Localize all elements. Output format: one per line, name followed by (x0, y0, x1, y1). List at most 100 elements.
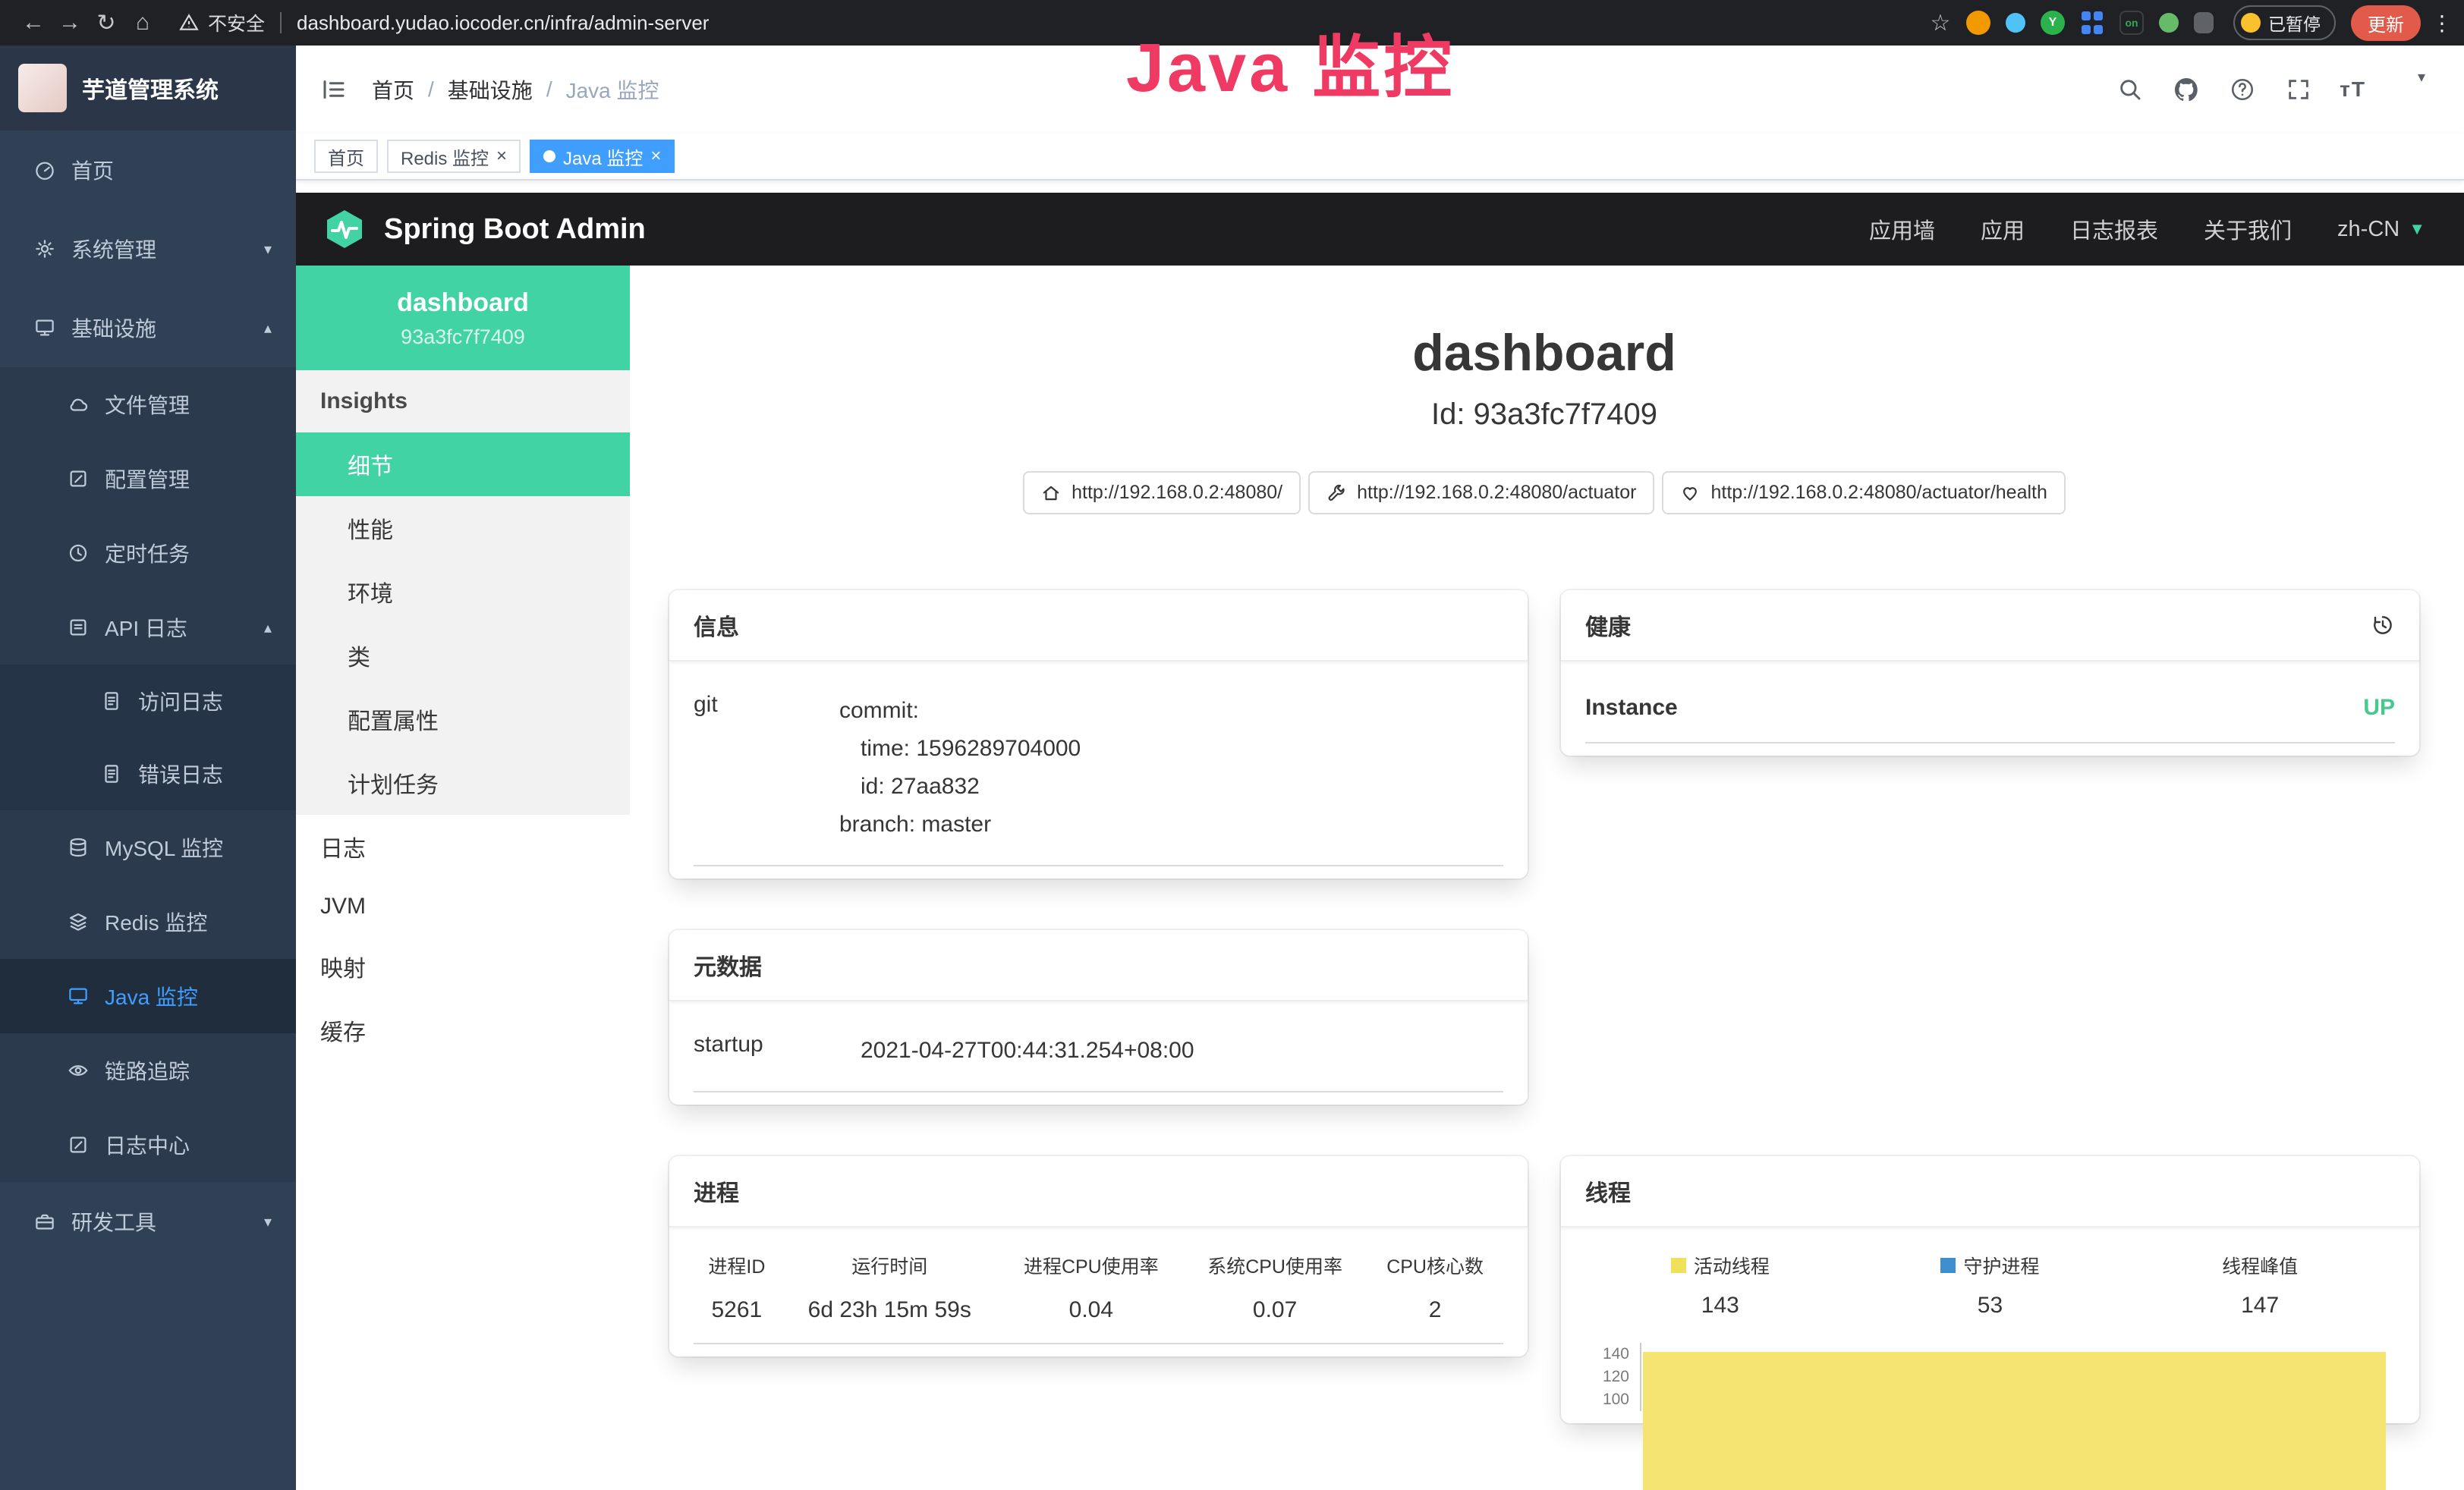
sidebar-item-trace[interactable]: 链路追踪 (0, 1033, 296, 1108)
sba-menu-config-props[interactable]: 配置属性 (296, 687, 630, 751)
chevron-down-icon: ▼ (2409, 219, 2425, 239)
browser-menu-kebab-icon[interactable]: ⋮ (2431, 11, 2450, 36)
browser-home-icon[interactable]: ⌂ (124, 10, 161, 36)
process-table: 进程ID 运行时间 进程CPU使用率 系统CPU使用率 CPU核心数 5261 (694, 1246, 1503, 1344)
sba-header: Spring Boot Admin 应用墙 应用 日志报表 关于我们 zh-CN… (296, 193, 2464, 266)
sidebar-item-mysql-monitor[interactable]: MySQL 监控 (0, 810, 296, 885)
sidebar-item-api-logs[interactable]: API 日志 ▴ (0, 590, 296, 665)
peak-threads-value: 147 (2125, 1293, 2395, 1319)
sba-menu-caches[interactable]: 缓存 (296, 998, 630, 1062)
security-label: 不安全 (208, 9, 265, 36)
history-icon[interactable] (2371, 613, 2395, 637)
sba-menu-classes[interactable]: 类 (296, 624, 630, 687)
sba-content: dashboard Id: 93a3fc7f7409 http://192.16… (630, 266, 2464, 1490)
breadcrumb-home[interactable]: 首页 (372, 74, 414, 105)
sba-instance-block[interactable]: dashboard 93a3fc7f7409 (296, 266, 630, 370)
instance-name: dashboard (311, 288, 615, 318)
health-url-button[interactable]: http://192.168.0.2:48080/actuator/health (1662, 471, 2065, 514)
help-icon[interactable] (2227, 74, 2258, 105)
document-icon (100, 762, 123, 785)
health-instance-row: Instance UP (1585, 680, 2395, 743)
sba-locale-select[interactable]: zh-CN ▼ (2337, 217, 2425, 242)
wrench-icon (1326, 483, 1346, 503)
sba-menu-insights[interactable]: Insights (296, 370, 630, 432)
tab-close-icon[interactable]: × (650, 147, 661, 165)
cloud-icon (67, 393, 90, 416)
health-card-title: 健康 (1585, 608, 1631, 642)
divider (280, 12, 282, 33)
paused-badge[interactable]: 已暂停 (2233, 5, 2336, 40)
heart-icon (1680, 483, 1700, 503)
sidebar-item-dev-tools[interactable]: 研发工具 ▾ (0, 1182, 296, 1261)
app-title: 芋道管理系统 (82, 71, 219, 105)
fullscreen-icon[interactable] (2283, 74, 2314, 105)
sba-menu-performance[interactable]: 性能 (296, 496, 630, 560)
extension-icon-5[interactable]: on (2119, 11, 2144, 35)
extension-icon-7[interactable] (2194, 12, 2214, 33)
sidebar-item-home[interactable]: 首页 (0, 130, 296, 209)
bookmark-star-icon[interactable]: ☆ (1922, 10, 1959, 36)
chart-y-axis: 140 120 100 (1585, 1343, 1640, 1411)
extension-icon-3[interactable]: Y (2041, 11, 2065, 35)
update-button[interactable]: 更新 (2351, 5, 2421, 41)
sidebar-item-infrastructure[interactable]: 基础设施 ▴ (0, 288, 296, 367)
sba-nav-about[interactable]: 关于我们 (2204, 213, 2292, 245)
search-icon[interactable] (2115, 74, 2145, 105)
font-size-icon[interactable]: тT (2340, 77, 2366, 102)
sidebar-item-java-monitor[interactable]: Java 监控 (0, 959, 296, 1033)
extension-icon-2[interactable] (2006, 13, 2025, 33)
extension-icon-1[interactable] (1966, 11, 1990, 35)
tab-home[interactable]: 首页 (314, 140, 378, 173)
app-logo-row[interactable]: 芋道管理系统 (0, 46, 296, 130)
document-icon (100, 690, 123, 712)
sba-menu-details[interactable]: 细节 (296, 432, 630, 496)
sba-nav-applications[interactable]: 应用 (1981, 213, 2025, 245)
sidebar-item-system-management[interactable]: 系统管理 ▾ (0, 209, 296, 288)
extension-icon-4[interactable] (2080, 11, 2104, 35)
back-icon[interactable]: ← (15, 10, 52, 36)
breadcrumb: 首页 / 基础设施 / Java 监控 (372, 74, 659, 105)
status-badge: UP (2363, 695, 2395, 721)
sidebar-item-error-logs[interactable]: 错误日志 (0, 737, 296, 810)
eye-icon (67, 1059, 90, 1082)
sba-menu-scheduled[interactable]: 计划任务 (296, 751, 630, 815)
sidebar-item-redis-monitor[interactable]: Redis 监控 (0, 885, 296, 959)
sba-menu-logs[interactable]: 日志 (296, 815, 630, 879)
sidebar-item-log-center[interactable]: 日志中心 (0, 1108, 296, 1182)
warning-icon (179, 13, 199, 33)
extension-icon-6[interactable] (2159, 13, 2179, 33)
sba-brand[interactable]: Spring Boot Admin (323, 208, 646, 250)
startup-key: startup (694, 1032, 861, 1070)
sba-menu-mappings[interactable]: 映射 (296, 935, 630, 998)
legend-daemon-swatch (1940, 1258, 1956, 1273)
breadcrumb-current: Java 监控 (566, 74, 659, 105)
startup-row: startup 2021-04-27T00:44:31.254+08:00 (694, 1020, 1503, 1092)
actuator-url-button[interactable]: http://192.168.0.2:48080/actuator (1308, 471, 1654, 514)
sidebar-fold-icon[interactable] (296, 76, 372, 103)
forward-icon[interactable]: → (52, 10, 88, 36)
sba-menu-environment[interactable]: 环境 (296, 560, 630, 624)
tab-java-monitor[interactable]: Java 监控 × (530, 140, 675, 173)
address-bar[interactable]: dashboard.yudao.iocoder.cn/infra/admin-s… (297, 11, 709, 35)
sba-nav-wallboard[interactable]: 应用墙 (1869, 213, 1935, 245)
sidebar-item-file-management[interactable]: 文件管理 (0, 367, 296, 442)
github-icon[interactable] (2171, 74, 2201, 105)
sidebar-item-scheduled-tasks[interactable]: 定时任务 (0, 516, 296, 590)
sba-menu-jvm[interactable]: JVM (296, 879, 630, 935)
tab-redis-monitor[interactable]: Redis 监控 × (387, 140, 521, 173)
reload-icon[interactable]: ↻ (88, 10, 124, 36)
clock-icon (67, 542, 90, 564)
instance-links: http://192.168.0.2:48080/ http://192.168… (669, 471, 2419, 514)
tab-close-icon[interactable]: × (496, 147, 507, 165)
topbar: 首页 / 基础设施 / Java 监控 (296, 46, 2464, 134)
metadata-card: 元数据 startup 2021-04-27T00:44:31.254+08:0… (669, 930, 1528, 1105)
breadcrumb-infrastructure[interactable]: 基础设施 (448, 74, 533, 105)
site-security[interactable]: 不安全 (179, 9, 265, 36)
service-url-button[interactable]: http://192.168.0.2:48080/ (1023, 471, 1301, 514)
sidebar-item-access-logs[interactable]: 访问日志 (0, 665, 296, 737)
browser-toolbar: ← → ↻ ⌂ 不安全 dashboard.yudao.iocoder.cn/i… (0, 0, 2464, 46)
sba-nav-journal[interactable]: 日志报表 (2070, 213, 2158, 245)
sidebar-item-config-management[interactable]: 配置管理 (0, 442, 296, 516)
startup-value: 2021-04-27T00:44:31.254+08:00 (861, 1032, 1194, 1070)
page-subtitle: Id: 93a3fc7f7409 (669, 398, 2419, 432)
